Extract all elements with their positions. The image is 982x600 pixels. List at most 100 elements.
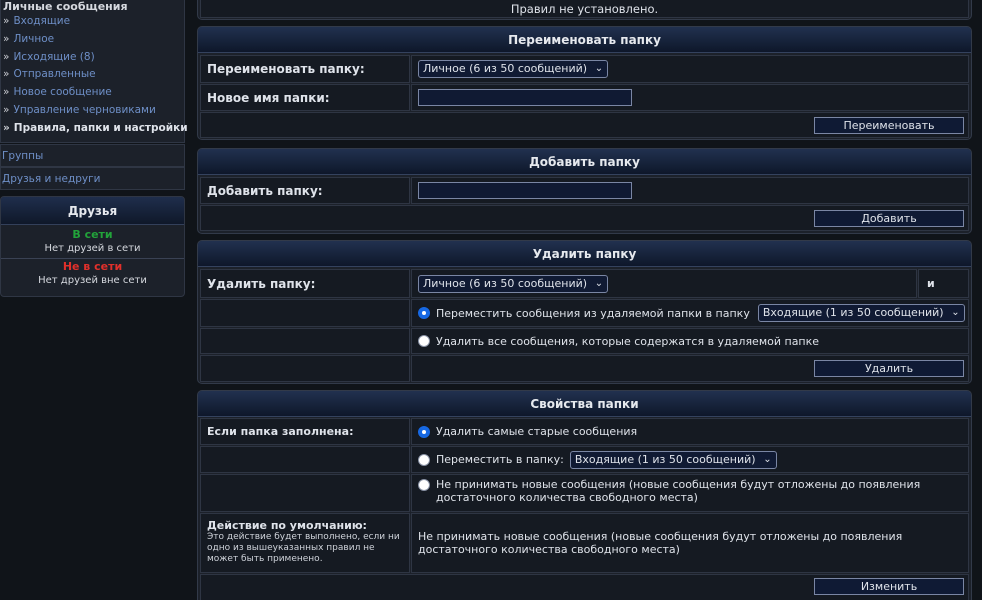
delete-folder-select[interactable]: Личное (6 из 50 сообщений) ⌄: [418, 274, 609, 293]
delete-oldest-text: Удалить самые старые сообщения: [436, 425, 638, 438]
nav-item-drafts[interactable]: » Управление черновиками: [1, 102, 184, 120]
select-value: Входящие (1 из 50 сообщений): [574, 452, 756, 466]
nav-link[interactable]: Исходящие (8): [13, 51, 94, 63]
nav-item-inbox[interactable]: » Входящие: [1, 13, 184, 31]
pm-nav-heading: Личные сообщения: [3, 0, 128, 13]
chevron-down-icon: ⌄: [594, 277, 604, 289]
nav-item-sent[interactable]: » Отправленные: [1, 66, 184, 84]
move-to-radio[interactable]: [418, 453, 430, 466]
delete-actions-cell: Удалить: [411, 355, 969, 382]
delete-all-radio[interactable]: [418, 335, 430, 347]
friends-box-title: Друзья: [1, 197, 184, 225]
friends-link-box: Друзья и недруги: [0, 166, 185, 190]
offline-label: Не в сети: [62, 260, 123, 273]
and-label: и: [918, 269, 969, 298]
rename-actions-cell: Переименовать: [200, 112, 969, 138]
props-actions-row: Изменить: [200, 574, 969, 600]
page-root: Личные сообщения » Входящие » Личное » Исхо…: [0, 0, 982, 600]
reject-cell: Не принимать новые сообщения (новые сооб…: [411, 474, 969, 512]
rename-actions-row: Переименовать: [200, 112, 969, 138]
reject-radio[interactable]: [418, 479, 430, 491]
default-action-label-cell: Действие по умолчанию: Это действие буде…: [200, 513, 410, 573]
add-folder-cell: [411, 177, 969, 204]
move-to-row: Переместить в папку: Входящие (1 из 50 с…: [200, 446, 969, 473]
move-to-cell: Переместить в папку: Входящие (1 из 50 с…: [411, 446, 969, 473]
move-messages-text: Переместить сообщения из удаляемой папки…: [436, 306, 750, 320]
delete-oldest-radio[interactable]: [418, 425, 430, 438]
nav-item-outbox[interactable]: » Исходящие (8): [1, 49, 184, 67]
groups-link[interactable]: Группы: [2, 150, 43, 162]
move-to-select[interactable]: Входящие (1 из 50 сообщений) ⌄: [569, 450, 777, 469]
move-messages-radio[interactable]: [418, 307, 430, 319]
add-actions-row: Добавить: [200, 205, 969, 231]
rename-folder-label: Переименовать папку:: [200, 55, 410, 83]
add-folder-panel: Добавить папку Добавить папку: Добавить: [197, 148, 972, 234]
bullet-arrow-icon: »: [3, 15, 10, 27]
nav-link[interactable]: Управление черновиками: [13, 104, 155, 116]
nav-item-personal[interactable]: » Личное: [1, 31, 184, 49]
reject-row: Не принимать новые сообщения (новые сооб…: [200, 474, 969, 512]
rules-row: Правил не установлено.: [200, 0, 969, 18]
groups-link-box: Группы: [0, 143, 185, 167]
add-folder-label: Добавить папку:: [200, 177, 410, 204]
add-button[interactable]: Добавить: [814, 210, 964, 227]
nav-item-compose[interactable]: » Новое сообщение: [1, 84, 184, 102]
offline-note: Нет друзей вне сети: [38, 275, 147, 286]
default-action-cell: Не принимать новые сообщения (новые сооб…: [411, 513, 969, 573]
props-actions-cell: Изменить: [200, 574, 969, 600]
delete-all-row: Удалить все сообщения, которые содержатс…: [200, 328, 969, 354]
add-folder-row: Добавить папку:: [200, 177, 969, 204]
rename-folder-cell: Личное (6 из 50 сообщений) ⌄: [411, 55, 969, 83]
rename-folder-select[interactable]: Личное (6 из 50 сообщений) ⌄: [418, 60, 609, 78]
default-action-row: Действие по умолчанию: Это действие буде…: [200, 513, 969, 573]
rename-folder-panel: Переименовать папку Переименовать папку:…: [197, 26, 972, 140]
delete-panel-title: Удалить папку: [198, 241, 971, 267]
full-folder-row: Если папка заполнена: Удалить самые стар…: [200, 418, 969, 445]
change-button[interactable]: Изменить: [814, 578, 964, 595]
divider: [1, 258, 184, 259]
rename-panel-title: Переименовать папку: [198, 27, 971, 53]
add-folder-input[interactable]: [418, 182, 632, 199]
delete-folder-cell: Личное (6 из 50 сообщений) ⌄: [411, 269, 917, 298]
nav-link[interactable]: Новое сообщение: [13, 86, 111, 98]
rename-button[interactable]: Переименовать: [814, 117, 964, 134]
add-actions-cell: Добавить: [200, 205, 969, 231]
select-value: Личное (6 из 50 сообщений): [423, 276, 588, 290]
friends-foes-link[interactable]: Друзья и недруги: [2, 173, 100, 185]
delete-button[interactable]: Удалить: [814, 360, 964, 377]
add-panel-title: Добавить папку: [198, 149, 971, 175]
empty-cell: [200, 299, 410, 327]
reject-text: Не принимать новые сообщения (новые сооб…: [436, 478, 921, 504]
rename-folder-row: Переименовать папку: Личное (6 из 50 соо…: [200, 55, 969, 83]
delete-all-text: Удалить все сообщения, которые содержатс…: [436, 334, 820, 348]
nav-link-active[interactable]: Правила, папки и настройки: [14, 122, 188, 134]
empty-cell: [200, 328, 410, 354]
delete-folder-panel: Удалить папку Удалить папку: Личное (6 и…: [197, 240, 972, 384]
bullet-arrow-icon: »: [3, 32, 10, 45]
no-rules-text: Правил не установлено.: [200, 0, 969, 18]
new-name-label: Новое имя папки:: [200, 84, 410, 111]
nav-item-rules[interactable]: » Правила, папки и настройки: [1, 120, 188, 138]
bullet-arrow-icon: »: [3, 68, 10, 81]
nav-link[interactable]: Отправленные: [13, 68, 95, 80]
bullet-arrow-icon: »: [3, 103, 10, 116]
new-name-input[interactable]: [418, 89, 632, 106]
bullet-arrow-icon: »: [3, 50, 10, 63]
delete-move-row: Переместить сообщения из удаляемой папки…: [200, 299, 969, 327]
delete-move-cell: Переместить сообщения из удаляемой папки…: [411, 299, 969, 327]
default-action-value: Не принимать новые сообщения (новые сооб…: [418, 530, 903, 556]
move-target-select[interactable]: Входящие (1 из 50 сообщений) ⌄: [757, 304, 965, 322]
online-note: Нет друзей в сети: [44, 243, 141, 254]
new-name-row: Новое имя папки:: [200, 84, 969, 111]
default-action-label: Действие по умолчанию:: [207, 519, 367, 532]
nav-link[interactable]: Входящие: [13, 15, 70, 27]
new-name-cell: [411, 84, 969, 111]
move-to-text: Переместить в папку:: [436, 453, 564, 466]
chevron-down-icon: ⌄: [763, 453, 772, 465]
props-panel-title: Свойства папки: [198, 391, 971, 417]
delete-actions-row: Удалить: [200, 355, 969, 382]
nav-link[interactable]: Личное: [13, 33, 54, 45]
folder-properties-panel: Свойства папки Если папка заполнена: Уда…: [197, 390, 972, 600]
chevron-down-icon: ⌄: [951, 307, 960, 318]
rules-panel: Правил не установлено.: [197, 0, 972, 20]
